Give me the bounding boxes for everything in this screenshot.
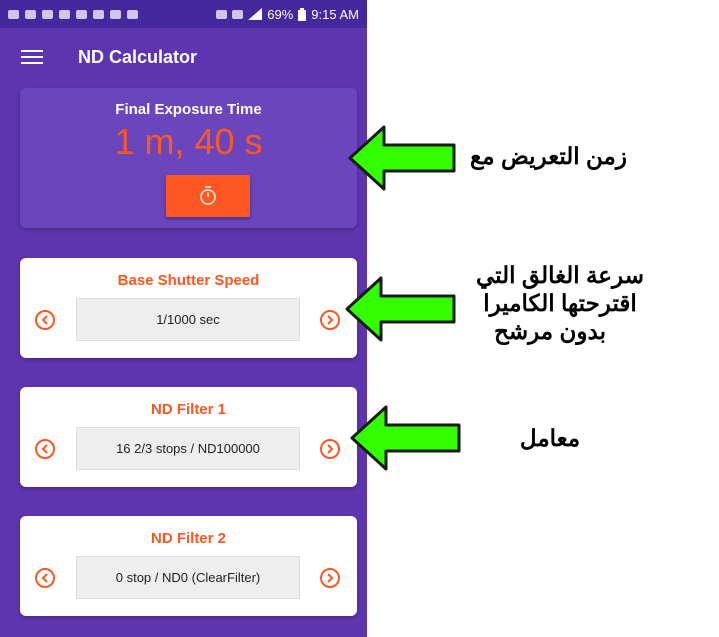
shutter-annotation-line-3: بدون مرشح [494,318,606,344]
phone-screen: 69% 9:15 AM ND Calculator Final Exposure… [0,0,367,637]
next-filter-2-button[interactable] [320,568,340,588]
chevron-right-icon [327,444,334,454]
final-exposure-card: Final Exposure Time 1 m, 40 s [20,88,357,228]
notification-icon [25,9,36,19]
stopwatch-icon [200,186,216,205]
battery-percent: 69% [267,6,294,22]
notification-icon [76,9,87,19]
system-status: 69% 9:15 AM [216,7,359,22]
nd-filter-1-card: ND Filter 1 16 2/3 stops / ND100000 [20,387,357,487]
arrow-left-icon [348,125,456,191]
alarm-icon [232,9,244,19]
arrow-left-icon [350,405,461,471]
app-title: ND Calculator [78,46,198,67]
notification-icon [59,9,70,19]
chevron-left-icon [41,444,48,454]
factor-annotation: معامل [519,425,581,451]
timer-button[interactable] [166,175,250,217]
previous-filter-1-button[interactable] [35,439,55,459]
base-shutter-title: Base Shutter Speed [117,272,260,289]
base-shutter-card: Base Shutter Speed 1/1000 sec [20,258,357,358]
shutter-annotation-line-2: اقترحتها الكاميرا [483,290,637,316]
nd-filter-1-title: ND Filter 1 [150,401,226,418]
next-filter-1-button[interactable] [320,439,340,459]
next-shutter-button[interactable] [320,310,340,330]
hamburger-menu-icon[interactable] [21,50,43,64]
app-toolbar: ND Calculator [0,28,367,86]
status-bar: 69% 9:15 AM [0,0,367,28]
chevron-right-icon [327,315,334,325]
nd-filter-2-card: ND Filter 2 0 stop / ND0 (ClearFilter) [20,516,357,616]
previous-filter-2-button[interactable] [35,568,55,588]
chevron-left-icon [41,315,48,325]
notification-icon [93,9,104,19]
nd-filter-2-title: ND Filter 2 [150,530,226,547]
notification-icon [42,9,53,19]
previous-shutter-button[interactable] [35,310,55,330]
notification-icons [8,9,138,19]
nd-filter-1-value: 16 2/3 stops / ND100000 [76,427,300,470]
mute-icon [216,9,228,19]
clock: 9:15 AM [311,6,359,22]
shutter-speed-value: 1/1000 sec [76,298,300,341]
shutter-annotation-line-1: سرعة الغالق التي [476,262,644,288]
final-exposure-value: 1 m, 40 s [114,121,263,162]
chevron-right-icon [327,573,334,583]
notification-icon [110,9,121,19]
exposure-annotation: زمن التعريض مع [470,143,627,169]
final-exposure-title: Final Exposure Time [115,101,262,118]
notification-icon [8,9,19,19]
signal-icon [248,8,263,20]
nd-filter-2-value: 0 stop / ND0 (ClearFilter) [76,556,300,599]
battery-icon [298,7,307,21]
chevron-left-icon [41,573,48,583]
notification-icon [127,9,138,19]
